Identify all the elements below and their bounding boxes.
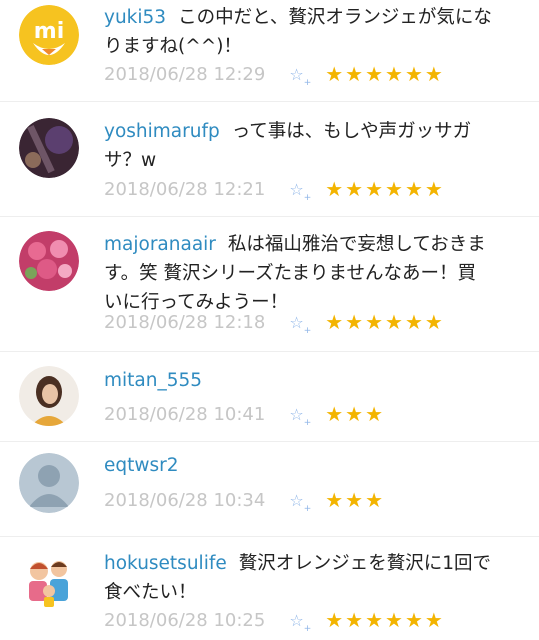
comment-text-line: 食べたい！ (104, 582, 197, 603)
comment-item: hokusetsulife 贅沢オレンジェを贅沢に1回で 食べたい！ 2018/0… (0, 537, 539, 640)
comment-text-line: りますね(^^)！ (104, 36, 242, 57)
timestamp: 2018/06/28 10:41 (104, 403, 266, 425)
username-link[interactable]: yuki53 (104, 7, 166, 28)
comment-text-line: majoranaair 私は福山雅治で妄想しておきま (104, 234, 486, 255)
comment-text-line: yoshimarufp って事は、もしや声ガッサガ (104, 121, 472, 142)
add-star-icon[interactable]: ☆+ (289, 180, 311, 203)
timestamp: 2018/06/28 12:21 (104, 178, 266, 200)
star-rating: ★★★★★★ (325, 608, 445, 632)
comment-text-line: す。笑 贅沢シリーズたまりませんなあー！買 (104, 263, 476, 284)
avatar[interactable] (19, 551, 79, 611)
timestamp: 2018/06/28 12:18 (104, 311, 266, 333)
comment-text-line: yuki53 この中だと、贅沢オランジェが気にな (104, 7, 492, 28)
comment-item: mi yuki53 この中だと、贅沢オランジェが気にな りますね(^^)！ 201… (0, 0, 539, 102)
comment-item: mitan_555 2018/06/28 10:41 ☆+ ★★★ (0, 352, 539, 442)
avatar[interactable]: mi (19, 5, 79, 65)
username-link[interactable]: yoshimarufp (104, 121, 220, 142)
add-star-icon[interactable]: ☆+ (289, 611, 311, 634)
comment-text-line: eqtwsr2 (104, 451, 519, 480)
star-rating: ★★★ (325, 488, 386, 512)
add-star-icon[interactable]: ☆+ (289, 313, 311, 336)
comment-item: yoshimarufp って事は、もしや声ガッサガ サ？w 2018/06/28 … (0, 102, 539, 217)
comment-text-line: mitan_555 (104, 366, 519, 395)
svg-text:mi: mi (34, 19, 64, 44)
comment-meta: 2018/06/28 12:21 ☆+ ★★★★★★ (104, 177, 445, 203)
comment-meta: 2018/06/28 10:41 ☆+ ★★★ (104, 402, 386, 428)
family-illustration-avatar-icon (19, 551, 79, 611)
username-link[interactable]: eqtwsr2 (104, 455, 179, 476)
username-link[interactable]: hokusetsulife (104, 553, 227, 574)
comment-item: majoranaair 私は福山雅治で妄想しておきま す。笑 贅沢シリーズたまりま… (0, 217, 539, 352)
comment-meta: 2018/06/28 10:34 ☆+ ★★★ (104, 488, 386, 514)
comment-text-line: hokusetsulife 贅沢オレンジェを贅沢に1回で (104, 553, 492, 574)
chick-avatar-icon: mi (19, 5, 79, 65)
avatar[interactable] (19, 366, 79, 426)
star-rating: ★★★★★★ (325, 310, 445, 334)
avatar[interactable] (19, 118, 79, 178)
comment-item: eqtwsr2 2018/06/28 10:34 ☆+ ★★★ (0, 442, 539, 537)
timestamp: 2018/06/28 10:34 (104, 489, 266, 511)
star-rating: ★★★★★★ (325, 177, 445, 201)
avatar[interactable] (19, 453, 79, 513)
guitar-photo-avatar-icon (19, 118, 79, 178)
comment-meta: 2018/06/28 12:29 ☆+ ★★★★★★ (104, 62, 445, 88)
timestamp: 2018/06/28 10:25 (104, 609, 266, 631)
username-link[interactable]: majoranaair (104, 234, 216, 255)
comment-meta: 2018/06/28 12:18 ☆+ ★★★★★★ (104, 310, 445, 336)
add-star-icon[interactable]: ☆+ (289, 405, 311, 428)
comment-text-line: サ？w (104, 150, 157, 171)
star-rating: ★★★★★★ (325, 62, 445, 86)
avatar[interactable] (19, 231, 79, 291)
add-star-icon[interactable]: ☆+ (289, 65, 311, 88)
comment-meta: 2018/06/28 10:25 ☆+ ★★★★★★ (104, 608, 445, 634)
timestamp: 2018/06/28 12:29 (104, 63, 266, 85)
flowers-photo-avatar-icon (19, 231, 79, 291)
default-user-avatar-icon (19, 453, 79, 513)
person-photo-avatar-icon (19, 366, 79, 426)
username-link[interactable]: mitan_555 (104, 370, 202, 391)
add-star-icon[interactable]: ☆+ (289, 491, 311, 514)
star-rating: ★★★ (325, 402, 386, 426)
